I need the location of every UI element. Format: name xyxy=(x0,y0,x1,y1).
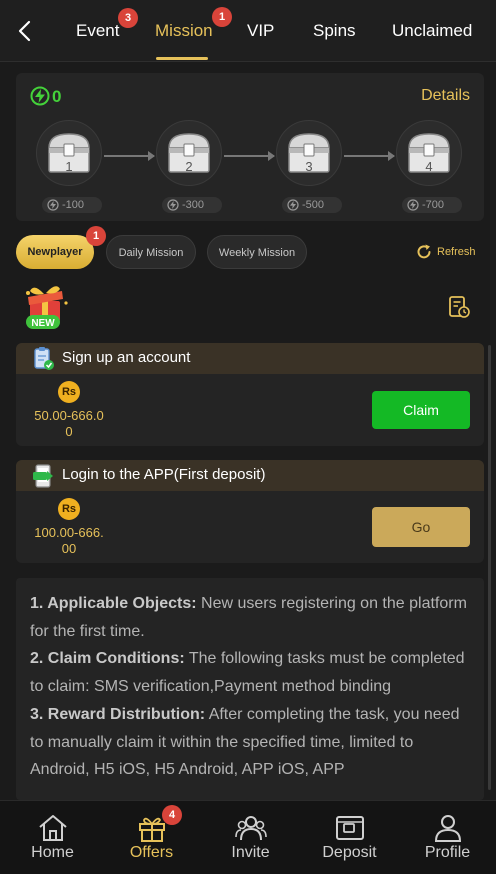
chest-cost-value: -700 xyxy=(422,199,445,211)
nav-offers[interactable]: Offers xyxy=(102,801,201,874)
nav-home[interactable]: Home xyxy=(3,801,102,874)
back-arrow-icon[interactable] xyxy=(14,18,36,44)
task-title: Sign up an account xyxy=(62,349,191,366)
chest-cost-value: -500 xyxy=(302,199,325,211)
task-card-header: Login to the APP(First deposit) xyxy=(16,460,484,491)
newplayer-badge: 1 xyxy=(86,226,106,246)
bottom-nav: Home Offers 4 Invite Deposit Profile xyxy=(0,800,496,874)
energy-icon xyxy=(30,86,50,106)
chest-number: 1 xyxy=(65,159,73,174)
progress-arrow xyxy=(344,151,395,161)
reward-amount-line: 50.00-666.0 xyxy=(34,408,104,423)
rule-heading: 3. Reward Distribution: xyxy=(30,705,206,723)
energy-icon xyxy=(287,199,299,211)
nav-invite[interactable]: Invite xyxy=(201,801,300,874)
chest-cost: -100 xyxy=(42,197,102,213)
task-title: Login to the APP(First deposit) xyxy=(62,466,266,483)
filter-newplayer[interactable]: Newplayer xyxy=(16,235,94,269)
chest-cost-value: -100 xyxy=(62,199,85,211)
active-tab-indicator xyxy=(156,57,208,60)
offers-badge: 4 xyxy=(162,805,182,825)
refresh-icon xyxy=(417,244,431,259)
rule-heading: 2. Claim Conditions: xyxy=(30,650,185,668)
new-label: NEW xyxy=(31,318,55,329)
chest-cost-value: -300 xyxy=(182,199,205,211)
filter-daily-mission[interactable]: Daily Mission xyxy=(106,235,196,269)
rule-item: 2. Claim Conditions: The following tasks… xyxy=(30,645,470,700)
energy-icon xyxy=(47,199,59,211)
chest-cost: -300 xyxy=(162,197,222,213)
rupee-coin-icon: Rs xyxy=(58,498,80,520)
phone-download-icon xyxy=(33,464,53,488)
rule-heading: 1. Applicable Objects: xyxy=(30,595,197,612)
rule-item: 3. Reward Distribution: After completing… xyxy=(30,701,470,784)
claim-button[interactable]: Claim xyxy=(372,391,470,429)
nav-label: Deposit xyxy=(322,844,377,861)
tab-unclaimed[interactable]: Unclaimed xyxy=(392,20,472,44)
nav-label: Profile xyxy=(424,844,471,861)
reward-amount: 100.00-666. 00 xyxy=(22,525,116,557)
task-card-signup: Sign up an account Rs 50.00-666.0 0 Clai… xyxy=(16,343,484,446)
clipboard-icon xyxy=(34,347,54,370)
nav-label: Offers xyxy=(129,844,174,861)
chest-cost: -700 xyxy=(402,197,462,213)
scrollbar[interactable] xyxy=(488,345,491,790)
tab-mission[interactable]: Mission xyxy=(155,20,213,44)
filter-weekly-mission[interactable]: Weekly Mission xyxy=(207,235,307,269)
energy-icon xyxy=(167,199,179,211)
energy-value: 0 xyxy=(52,87,62,106)
reward-amount-line: 00 xyxy=(61,541,77,556)
chest-number: 2 xyxy=(185,159,193,174)
home-icon xyxy=(39,815,67,841)
task-card-login-app: Login to the APP(First deposit) Rs 100.0… xyxy=(16,460,484,563)
progress-arrow xyxy=(224,151,275,161)
profile-icon xyxy=(434,815,462,842)
nav-label: Invite xyxy=(231,844,270,861)
nav-label: Home xyxy=(31,844,74,861)
new-gift-icon: NEW xyxy=(26,286,68,329)
rules-description: 1. Applicable Objects: New users registe… xyxy=(16,578,484,800)
progress-arrow xyxy=(104,151,155,161)
refresh-label: Refresh xyxy=(437,246,476,258)
mission-badge: 1 xyxy=(212,7,232,27)
rule-item: 1. Applicable Objects: New users registe… xyxy=(30,590,470,645)
reward-amount-line: 100.00-666. xyxy=(34,525,104,540)
tab-spins[interactable]: Spins xyxy=(313,20,356,44)
nav-profile[interactable]: Profile xyxy=(398,801,496,874)
chest-cost: -500 xyxy=(282,197,342,213)
invite-people-icon xyxy=(235,816,267,841)
top-nav: Event 3 Mission 1 VIP Spins Unclaimed xyxy=(0,0,496,62)
reward-amount: 50.00-666.0 0 xyxy=(22,408,116,440)
rupee-coin-icon: Rs xyxy=(58,381,80,403)
tab-event[interactable]: Event xyxy=(76,20,119,44)
wallet-icon xyxy=(336,816,364,840)
details-link[interactable]: Details xyxy=(421,87,470,105)
nav-deposit[interactable]: Deposit xyxy=(300,801,399,874)
go-button[interactable]: Go xyxy=(372,507,470,547)
chest-number: 3 xyxy=(305,159,313,174)
reward-amount-line: 0 xyxy=(65,424,73,439)
chest-number: 4 xyxy=(425,159,433,174)
task-card-header: Sign up an account xyxy=(16,343,484,374)
energy-icon xyxy=(407,199,419,211)
refresh-button[interactable]: Refresh xyxy=(415,242,476,262)
record-history-icon[interactable] xyxy=(447,295,471,319)
tab-vip[interactable]: VIP xyxy=(247,20,274,44)
event-badge: 3 xyxy=(118,8,138,28)
